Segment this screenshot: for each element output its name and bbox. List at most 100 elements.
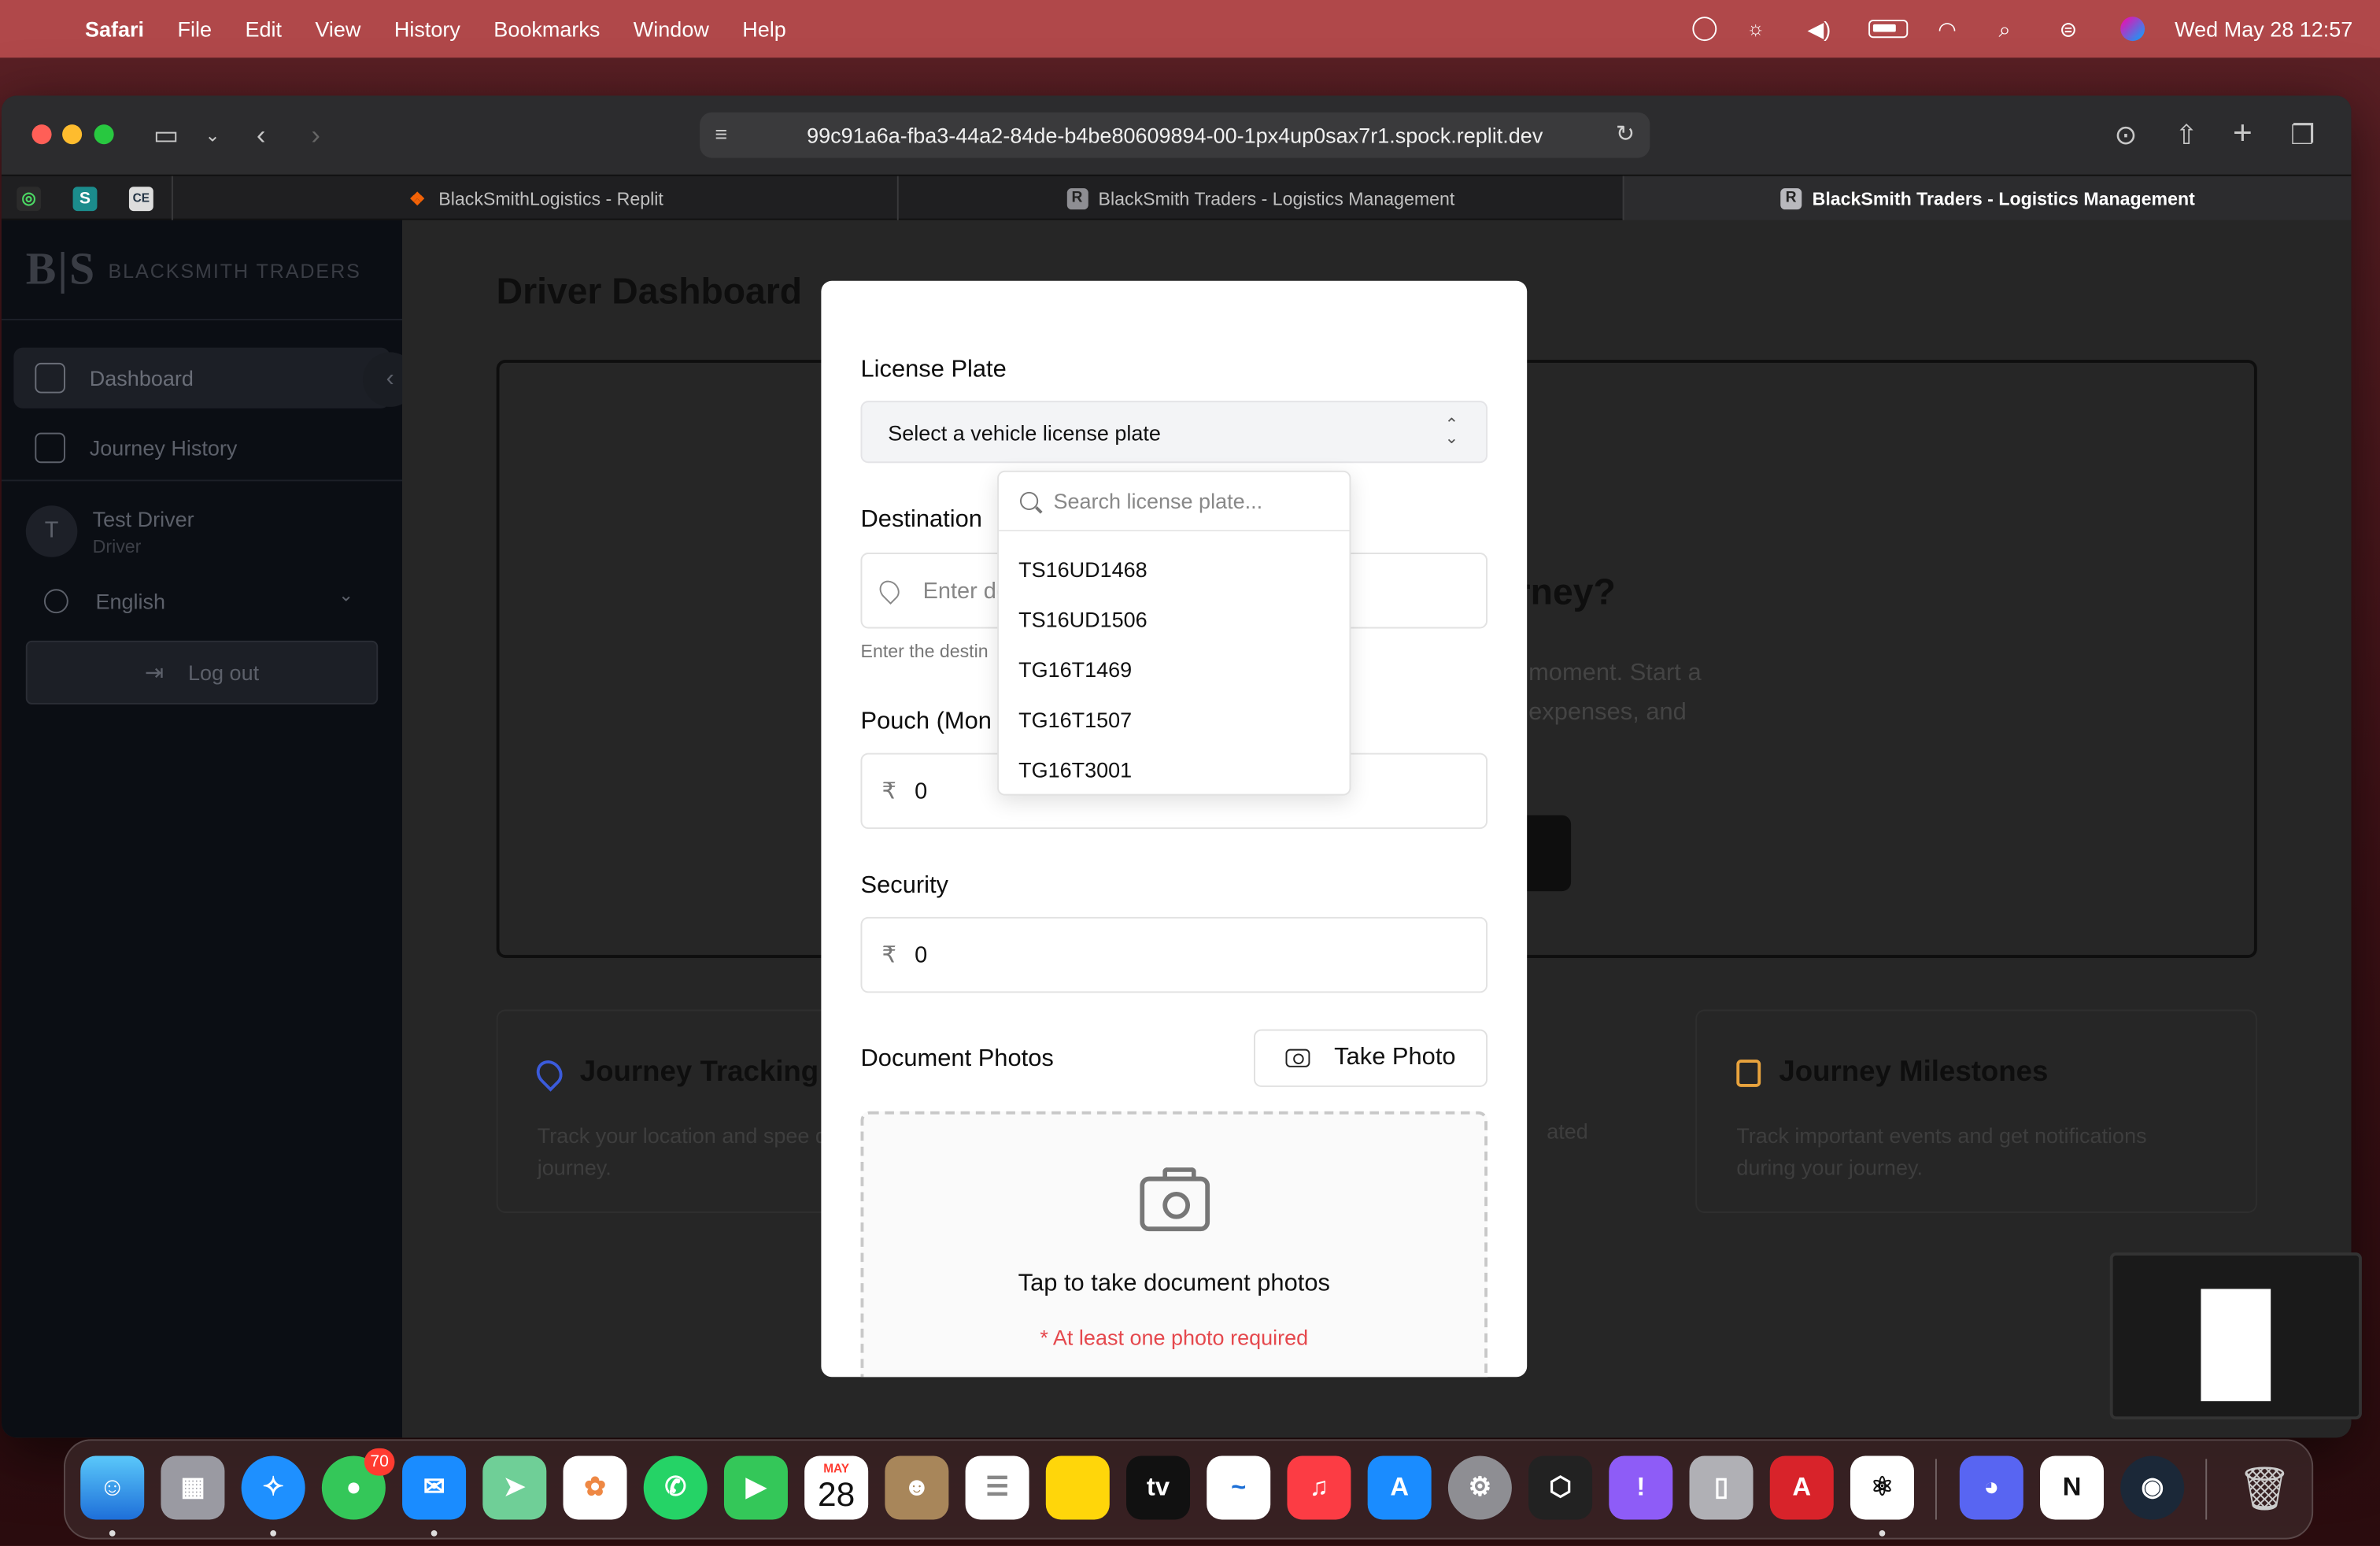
wifi-icon[interactable]: ◠ [1938,18,1968,39]
menu-help[interactable]: Help [742,17,786,41]
discord-icon[interactable]: ◕ [1959,1455,2023,1520]
minimize-window-button[interactable] [62,124,83,145]
autocad-icon[interactable]: A [1769,1455,1834,1520]
address-bar[interactable]: ≡ 99c91a6a-fba3-44a2-84de-b4be80609894-0… [700,112,1650,158]
new-journey-modal: License Plate Select a vehicle license p… [821,280,1528,1378]
cursor-app-icon[interactable]: ⬡ [1528,1455,1593,1520]
menu-history[interactable]: History [394,17,460,41]
plate-option[interactable]: TG16T3001 [999,745,1350,796]
volume-icon[interactable]: ◀) [1807,18,1838,39]
security-input[interactable]: ₹ 0 [860,916,1488,993]
downloads-icon[interactable]: ⊙ [2115,120,2138,150]
chevron-down-icon[interactable]: ⌄ [205,120,220,150]
calendar-icon [1736,1060,1761,1087]
plate-search-input[interactable] [1053,489,1327,513]
pinned-tab-icon[interactable]: ◎ [17,187,42,212]
screenshot-preview-thumbnail[interactable] [2109,1252,2362,1420]
tab-logistics-active[interactable]: R BlackSmith Traders - Logistics Managem… [1622,176,2352,222]
zoom-window-button[interactable] [94,124,114,145]
battery-icon[interactable] [1868,20,1908,39]
control-center-icon[interactable]: ⊜ [2060,18,2090,39]
notion-icon[interactable]: N [2040,1455,2105,1520]
photo-dropzone[interactable]: Tap to take document photos * At least o… [860,1111,1488,1378]
tab-label: BlackSmithLogistics - Replit [438,188,663,210]
notes-icon[interactable] [1045,1455,1110,1520]
system-settings-icon[interactable]: ⚙ [1447,1455,1512,1520]
menu-window[interactable]: Window [634,17,709,41]
chatgpt-icon[interactable]: ⚛ [1850,1455,1914,1520]
calendar-day: 28 [818,1475,856,1514]
spotlight-search-icon[interactable]: ⌕ [1998,18,2029,39]
tab-logistics[interactable]: R BlackSmith Traders - Logistics Managem… [896,176,1623,222]
user-profile: T Test Driver Driver [25,505,194,557]
sidebar-toggle-icon[interactable]: ▭ [153,120,179,150]
page-settings-icon[interactable]: ≡ [715,121,727,146]
license-plate-dropdown: TS16UD1468 TS16UD1506 TG16T1469 TG16T150… [997,470,1351,796]
tab-replit[interactable]: ❖ BlackSmithLogistics - Replit [171,176,897,222]
share-icon[interactable]: ⇧ [2175,120,2198,150]
plate-option[interactable]: TS16UD1506 [999,595,1350,645]
menu-edit[interactable]: Edit [245,17,282,41]
new-tab-icon[interactable]: + [2233,117,2252,150]
brand-logo: B|S BLACKSMITH TRADERS [26,245,361,297]
brand-name: BLACKSMITH TRADERS [108,258,361,282]
favicon-r-icon: R [1780,188,1802,210]
tab-overview-icon[interactable]: ❐ [2290,120,2315,150]
calendar-icon[interactable]: MAY 28 [804,1455,869,1520]
plate-option[interactable]: TS16UD1468 [999,545,1350,595]
reload-icon[interactable]: ↻ [1616,120,1635,147]
music-icon[interactable]: ♫ [1287,1455,1351,1520]
app-sidebar: B|S BLACKSMITH TRADERS Dashboard ‹ Journ… [1,220,418,1438]
tab-bar: ◎ S CE ❖ BlackSmithLogistics - Replit R … [1,174,2352,222]
sidebar-item-dashboard[interactable]: Dashboard [13,347,390,409]
close-window-button[interactable] [31,124,52,145]
menu-bar-clock[interactable]: Wed May 28 12:57 [2175,17,2352,41]
rupee-icon: ₹ [881,779,896,805]
license-plate-select[interactable]: Select a vehicle license plate ⌃ ⌄ [860,401,1488,464]
hero-description: moment. Start a expenses, and [1528,660,1702,726]
safari-icon[interactable]: ✧ [241,1455,305,1520]
sidebar-item-journey-history[interactable]: Journey History [13,417,390,478]
trash-icon[interactable]: 🗑 [2233,1456,2297,1520]
take-photo-button[interactable]: Take Photo [1254,1029,1488,1087]
maps-icon[interactable]: ➤ [482,1455,547,1520]
feedback-icon[interactable]: ! [1609,1455,1673,1520]
thumbnail-modal [2201,1289,2271,1402]
menu-bookmarks[interactable]: Bookmarks [493,17,600,41]
language-value: English [95,589,166,614]
running-indicator [270,1530,277,1537]
menu-app-name[interactable]: Safari [85,17,144,41]
chatgpt-status-icon[interactable] [1691,17,1717,42]
plate-option[interactable]: TG16T1469 [999,645,1350,696]
back-arrow-icon[interactable]: ‹ [257,120,266,150]
menu-file[interactable]: File [177,17,212,41]
apple-tv-icon[interactable]: tv [1126,1455,1191,1520]
brightness-icon[interactable]: ☼ [1746,17,1777,39]
start-journey-button[interactable] [1522,815,1572,892]
pinned-tab-icon[interactable]: S [72,187,98,212]
whatsapp-icon[interactable]: ✆ [643,1455,708,1520]
contacts-icon[interactable]: ☻ [885,1455,949,1520]
tab-label: BlackSmith Traders - Logistics Managemen… [1098,188,1455,210]
forward-arrow-icon[interactable]: › [311,120,320,150]
steam-icon[interactable]: ◉ [2120,1455,2185,1520]
freeform-icon[interactable]: ~ [1207,1455,1271,1520]
reminders-icon[interactable]: ☰ [965,1455,1029,1520]
feature-card-milestones: Journey Milestones Track important event… [1695,1009,2257,1213]
logout-button[interactable]: ⇥ Log out [25,640,379,705]
photos-icon[interactable]: ✿ [563,1455,627,1520]
language-select[interactable]: English ⌄ [43,585,363,618]
facetime-icon[interactable]: ▶ [723,1455,788,1520]
menu-view[interactable]: View [315,17,360,41]
pinned-tab-icon[interactable]: CE [128,187,153,212]
clipboard-icon [35,432,65,464]
iphone-mirroring-icon[interactable]: ▯ [1689,1455,1754,1520]
finder-icon[interactable]: ☺ [80,1455,145,1520]
mail-icon[interactable]: ✉ [402,1455,467,1520]
app-store-icon[interactable]: A [1367,1455,1432,1520]
siri-icon[interactable] [2119,17,2145,42]
chevrons-up-down-icon: ⌃ ⌄ [1444,416,1459,448]
plate-option[interactable]: TG16T1507 [999,695,1350,745]
launchpad-icon[interactable]: ▦ [161,1455,225,1520]
hero-heading: rney? [1516,572,1616,614]
